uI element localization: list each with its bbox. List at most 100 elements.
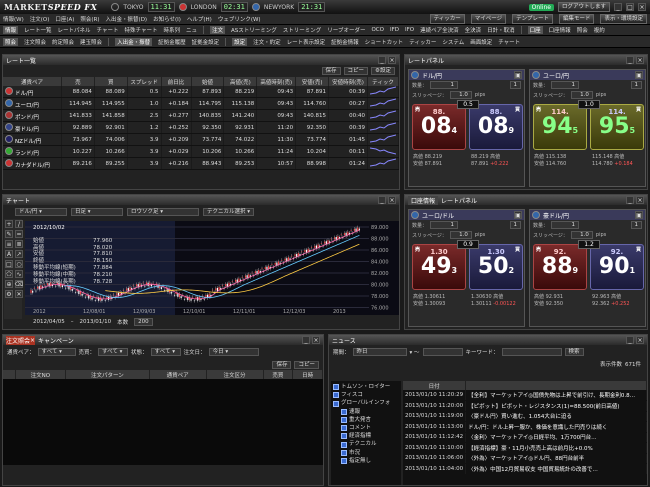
buy-button[interactable]: 買 114. 955 — [590, 104, 644, 150]
order-col-header[interactable]: 通貨ペア — [149, 370, 207, 379]
minimize-icon[interactable]: _ — [378, 56, 386, 64]
tb-margin-settings[interactable]: 証拠金設定 — [192, 38, 220, 46]
rate-row[interactable]: ポンド/円 141.833 141.858 2.5 +0.277 140.835 141.2… — [3, 109, 399, 122]
ticker-button[interactable]: ティッカー — [429, 14, 465, 24]
tb-rate-display[interactable]: レート表示設定 — [287, 38, 326, 46]
tb-ifo[interactable]: IFO — [405, 27, 414, 33]
rate-col-header[interactable]: 始値 — [191, 77, 225, 86]
order-col-header[interactable]: 注文区分 — [206, 370, 264, 379]
menu-info[interactable]: 情報(W) — [3, 15, 24, 23]
menu-deposit[interactable]: 入出金・振替(D) — [106, 15, 148, 23]
tb-position-inquiry[interactable]: 建玉照会 — [80, 38, 102, 46]
news-category-checkbox[interactable]: 市況 — [333, 449, 399, 457]
close-icon[interactable]: × — [388, 56, 396, 64]
copy-button[interactable]: コピー — [294, 360, 319, 369]
tb-streaming[interactable]: ストリーミング — [283, 26, 322, 34]
news-row[interactable]: 2013/01/10 11:12:42 〈金利〉マーケットアイ◎日経平均、1万70… — [403, 432, 647, 443]
pin-icon[interactable]: ▣ — [635, 211, 643, 219]
rect-icon[interactable]: □ — [5, 260, 13, 268]
news-row[interactable]: 2013/01/10 11:19:00 〈豪ドル円〉買い進む、1.054大台に迫る — [403, 411, 647, 422]
sell-button[interactable]: 売 88. 084 — [412, 104, 466, 150]
select-all-checkbox[interactable] — [3, 370, 16, 379]
rate-row[interactable]: NZドル/円 73.967 74.006 3.9 +0.209 73.774 74.022 1… — [3, 133, 399, 146]
maximize-icon[interactable]: □ — [626, 3, 634, 11]
news-row[interactable]: 2013/01/10 11:13:00 ドル/円：ドル上昇一服か、株価を意識した円… — [403, 421, 647, 433]
status-filter[interactable]: すべて ▾ — [150, 348, 181, 356]
slippage-input[interactable]: 1.0 — [449, 231, 472, 239]
tb-contract[interactable]: 複約 — [594, 26, 605, 34]
rate-col-header[interactable]: スプレッド — [127, 77, 162, 86]
tb-screen-settings[interactable]: 画面設定 — [470, 38, 492, 46]
rate-col-header[interactable]: 高値(売) — [223, 77, 258, 86]
chart-type-select[interactable]: ロウソク足 ▾ — [127, 208, 199, 216]
side-filter[interactable]: すべて ▾ — [98, 348, 129, 356]
minimize-icon[interactable]: _ — [614, 3, 622, 11]
display-settings-button[interactable]: 表示・環境設定 — [600, 14, 647, 24]
tb-account[interactable]: 口座 — [527, 26, 543, 34]
news-category-checkbox[interactable]: 指定無し — [333, 457, 399, 465]
keyword-input[interactable] — [501, 348, 562, 356]
news-category-checkbox[interactable]: 経済指標 — [333, 432, 399, 440]
rate-col-header[interactable]: 売 — [61, 77, 95, 86]
arrow-icon[interactable]: ↗ — [15, 250, 23, 258]
news-row[interactable]: 2013/01/10 11:06:00 〈外為〉マーケットアイ◎ドル円、88円台前… — [403, 453, 647, 464]
channel-icon[interactable]: ≡ — [5, 240, 13, 248]
close-icon[interactable]: × — [636, 336, 644, 344]
tb-account-info[interactable]: 口座情報 — [549, 26, 571, 34]
rate-col-header[interactable]: 安値時刻(売) — [328, 77, 368, 86]
menu-inquiry[interactable]: 照会(R) — [80, 15, 99, 23]
copy-button[interactable]: コピー — [343, 67, 369, 75]
pen-icon[interactable]: ✎ — [5, 230, 13, 238]
order-col-header[interactable]: 売買 — [263, 370, 294, 379]
slippage-input[interactable]: 1.0 — [570, 231, 593, 239]
rate-row[interactable]: ドル/円 88.084 88.089 0.5 +0.222 87.893 88.219 09:… — [3, 86, 399, 98]
tb-exec-inquiry[interactable]: 約定照会 — [52, 38, 74, 46]
tb-settings[interactable]: 設定 — [232, 37, 248, 46]
news-row[interactable]: 2013/01/10 11:10:00 【経済指標】豪・11月小売売上高は前月比+… — [403, 442, 647, 454]
tb-ifd[interactable]: IFD — [390, 27, 399, 33]
tb-inquiry-2[interactable]: 照会 — [3, 37, 19, 46]
tb-system[interactable]: システム — [442, 38, 464, 46]
tb-order-inquiry[interactable]: 注文照会 — [24, 38, 46, 46]
qty-input[interactable]: 1 — [551, 81, 580, 89]
pentagon-icon[interactable]: ⬠ — [5, 270, 13, 278]
tab-campaign[interactable]: キャンペーン — [38, 336, 74, 345]
sell-button[interactable]: 売 114. 945 — [533, 104, 587, 150]
period-select[interactable]: 日足 ▾ — [71, 208, 123, 216]
pin-icon[interactable]: ▣ — [514, 71, 522, 79]
rate-row[interactable]: カナダドル/円 89.216 89.255 3.9 +0.216 88.943 89.253… — [3, 157, 399, 170]
settings-button[interactable]: ⚙設定 — [371, 67, 395, 75]
news-source-checkbox[interactable]: グローバルインフォ — [333, 399, 399, 407]
rate-row[interactable]: ユーロ/円 114.945 114.955 1.0 +0.184 114.795 115.1… — [3, 97, 399, 110]
line-icon[interactable]: / — [15, 220, 23, 228]
minimize-icon[interactable]: _ — [302, 336, 310, 344]
save-button[interactable]: 保存 — [321, 67, 341, 75]
eraser-icon[interactable]: ⌫ — [15, 280, 23, 288]
tb-pair-settle[interactable]: 連続ペア全決済 — [420, 26, 459, 34]
tb-news[interactable]: ニュ — [186, 26, 197, 34]
text-icon[interactable]: A — [5, 250, 13, 258]
close-icon[interactable]: × — [388, 196, 396, 204]
rate-row[interactable]: ランド/円 10.227 10.266 3.9 +0.029 10.206 10.266 11… — [3, 145, 399, 158]
search-button[interactable]: 検索 — [564, 348, 584, 356]
tb-deposit[interactable]: 入出金・振替 — [115, 37, 153, 46]
zoom-icon[interactable]: ⊕ — [5, 280, 13, 288]
order-col-header[interactable]: 注文NO — [15, 370, 67, 379]
order-col-header[interactable]: 日時 — [292, 370, 323, 379]
menu-order[interactable]: 注文(O) — [30, 15, 50, 23]
range-from[interactable]: 2012/04/05 — [33, 319, 65, 325]
rate-col-header[interactable]: 通貨ペア — [3, 77, 62, 86]
rate-col-header[interactable]: 高値時刻(売) — [256, 77, 297, 86]
qty-input[interactable]: 1 — [430, 81, 459, 89]
close-icon[interactable]: × — [638, 3, 646, 11]
technical-select[interactable]: テクニカル選択 ▾ — [203, 208, 255, 216]
tb-ticker[interactable]: ティッカー — [409, 38, 436, 46]
minimize-icon[interactable]: _ — [378, 196, 386, 204]
unit-input[interactable]: 1 — [630, 81, 642, 89]
settings-icon[interactable]: ⚙ — [5, 290, 13, 298]
tb-rate-panel[interactable]: レートパネル — [58, 26, 91, 34]
date-filter[interactable]: 今日 ▾ — [208, 348, 259, 356]
news-source-checkbox[interactable]: トムソン・ロイター — [333, 383, 399, 391]
save-button[interactable]: 保存 — [272, 360, 292, 369]
pair-select[interactable]: ドル/円 ▾ — [15, 208, 67, 216]
